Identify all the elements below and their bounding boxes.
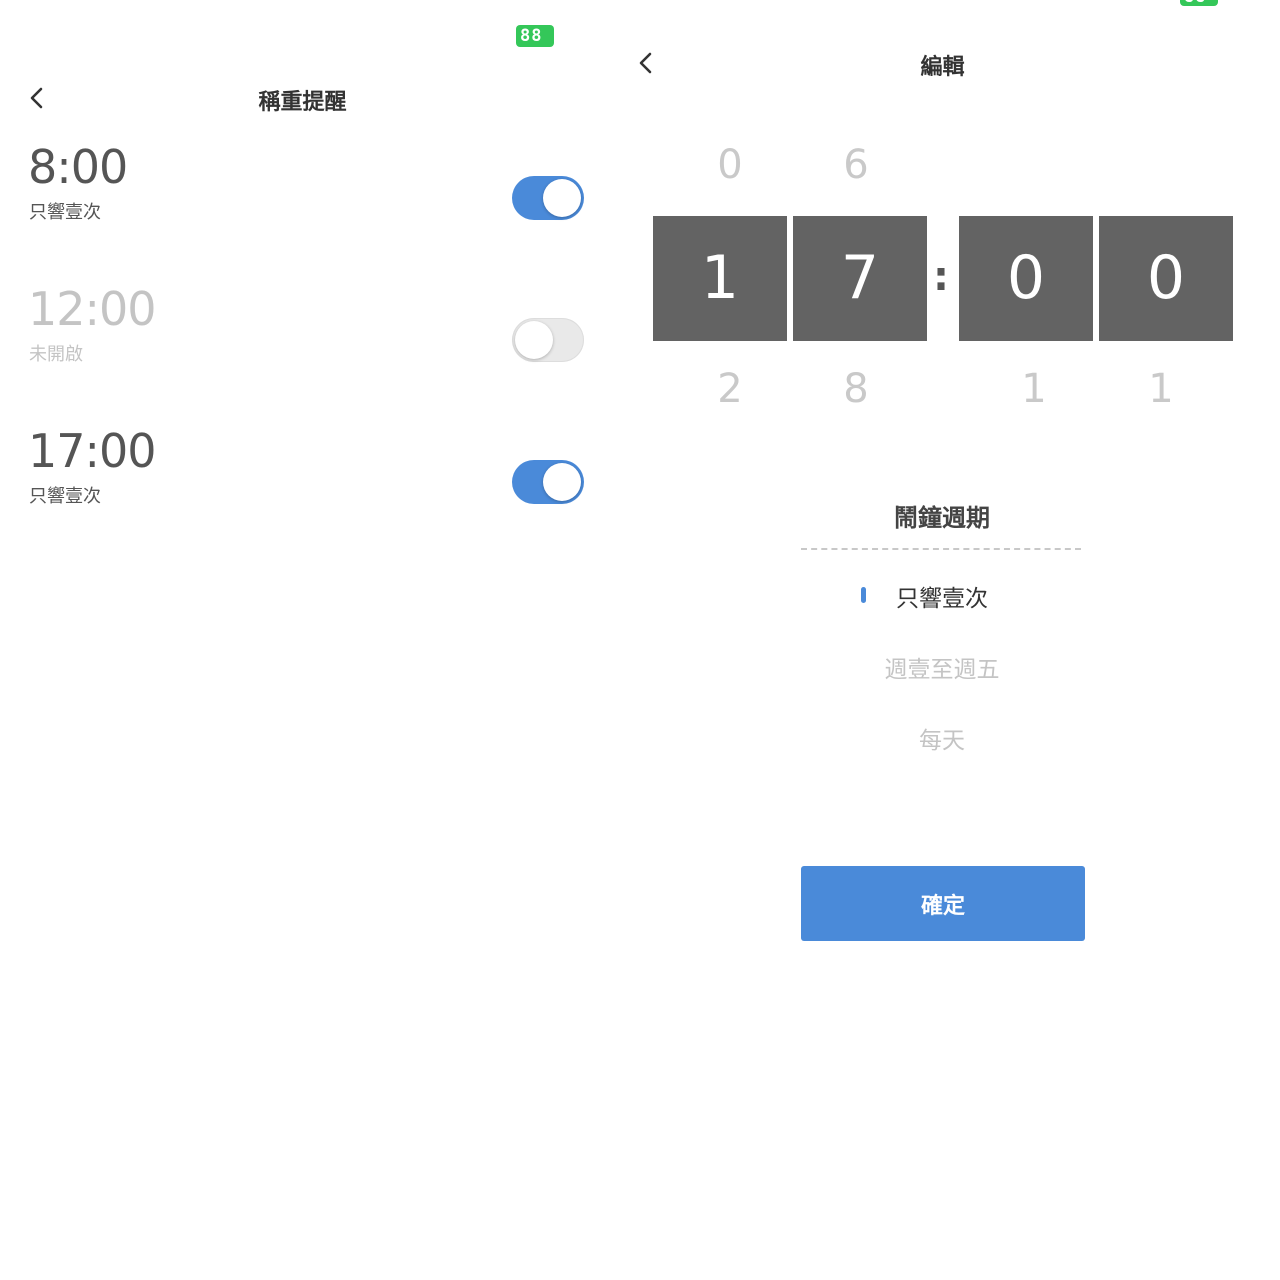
edit-reminder-screen: 88 編輯 0 6 1 7 : 0 0 2 8 1 1 鬧鐘週期 只響壹次 週壹… — [620, 0, 1280, 1280]
toggle-knob — [543, 179, 581, 217]
chevron-left-icon[interactable] — [24, 84, 52, 112]
hour-ones-next-digit: 8 — [843, 366, 869, 412]
minute-tens-digit[interactable]: 0 — [959, 216, 1093, 341]
reminder-time: 8:00 — [28, 140, 128, 194]
battery-indicator: 88 — [516, 25, 554, 47]
time-separator: : — [933, 254, 949, 300]
page-title: 稱重提醒 — [258, 90, 347, 115]
reminder-toggle[interactable] — [512, 460, 584, 504]
confirm-button[interactable]: 確定 — [801, 866, 1085, 941]
minute-tens-next-digit: 1 — [1021, 366, 1047, 412]
reminder-item[interactable]: 8:00 只響壹次 — [0, 140, 600, 260]
reminder-toggle[interactable] — [512, 176, 584, 220]
reminder-time: 17:00 — [28, 424, 157, 478]
alarm-cycle-title: 鬧鐘週期 — [894, 504, 990, 532]
hour-tens-digit[interactable]: 1 — [653, 216, 787, 341]
toggle-knob — [543, 463, 581, 501]
page-title: 編輯 — [920, 55, 965, 80]
battery-indicator: 88 — [1180, 0, 1218, 6]
minute-ones-next-digit: 1 — [1148, 366, 1174, 412]
hour-ones-prev-digit: 6 — [843, 142, 869, 188]
hour-ones-digit[interactable]: 7 — [793, 216, 927, 341]
chevron-left-icon[interactable] — [633, 49, 661, 77]
reminder-item[interactable]: 12:00 未開啟 — [0, 282, 600, 402]
cycle-option-weekdays[interactable]: 週壹至週五 — [800, 650, 1084, 684]
reminder-time: 12:00 — [28, 282, 157, 336]
reminder-repeat-label: 只響壹次 — [29, 202, 101, 223]
reminder-list-screen: 88 稱重提醒 8:00 只響壹次 12:00 未開啟 17:00 只響壹次 — [0, 0, 600, 1280]
minute-ones-digit[interactable]: 0 — [1099, 216, 1233, 341]
hour-tens-prev-digit: 0 — [717, 142, 743, 188]
reminder-item[interactable]: 17:00 只響壹次 — [0, 424, 600, 544]
dashed-divider — [801, 548, 1081, 550]
toggle-knob — [515, 321, 553, 359]
cycle-option-daily[interactable]: 每天 — [800, 721, 1084, 755]
reminder-toggle[interactable] — [512, 318, 584, 362]
reminder-repeat-label: 未開啟 — [29, 344, 83, 365]
reminder-repeat-label: 只響壹次 — [29, 486, 101, 507]
cycle-option-once[interactable]: 只響壹次 — [800, 579, 1084, 613]
hour-tens-next-digit: 2 — [717, 366, 743, 412]
